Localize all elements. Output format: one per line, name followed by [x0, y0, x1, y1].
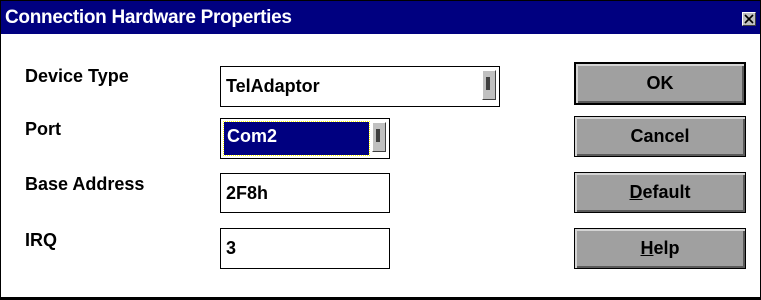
irq-input[interactable]: 3: [220, 228, 390, 269]
connection-hardware-dialog: Connection Hardware Properties Device Ty…: [0, 0, 761, 300]
dropdown-arrow-icon: [486, 77, 490, 90]
port-value: Com2: [227, 126, 278, 146]
default-mnemonic: D: [629, 182, 643, 202]
device-type-label: Device Type: [25, 66, 129, 86]
close-icon: [744, 14, 754, 24]
port-selected-value: Com2: [223, 121, 370, 156]
base-address-value: 2F8h: [226, 183, 269, 203]
dropdown-arrow-icon: [376, 129, 380, 142]
device-type-value: TelAdaptor: [226, 76, 320, 96]
device-type-select[interactable]: TelAdaptor: [220, 66, 500, 107]
dialog-title: Connection Hardware Properties: [5, 7, 292, 28]
ok-button[interactable]: OK: [574, 62, 746, 105]
base-address-input[interactable]: 2F8h: [220, 173, 390, 213]
help-label-rest: elp: [653, 238, 680, 258]
irq-label: IRQ: [25, 230, 58, 250]
default-label-rest: efault: [642, 182, 691, 202]
irq-value: 3: [226, 238, 237, 258]
close-button[interactable]: [742, 12, 756, 26]
port-select[interactable]: Com2: [220, 118, 390, 159]
cancel-button[interactable]: Cancel: [574, 116, 746, 157]
default-button[interactable]: Default: [574, 172, 746, 213]
base-address-label: Base Address: [25, 174, 145, 194]
help-mnemonic: H: [640, 238, 654, 258]
port-label: Port: [25, 119, 61, 139]
title-bar[interactable]: Connection Hardware Properties: [1, 1, 760, 34]
help-button[interactable]: Help: [574, 228, 746, 269]
device-type-dropdown-button[interactable]: [482, 70, 496, 100]
port-dropdown-button[interactable]: [372, 122, 386, 152]
